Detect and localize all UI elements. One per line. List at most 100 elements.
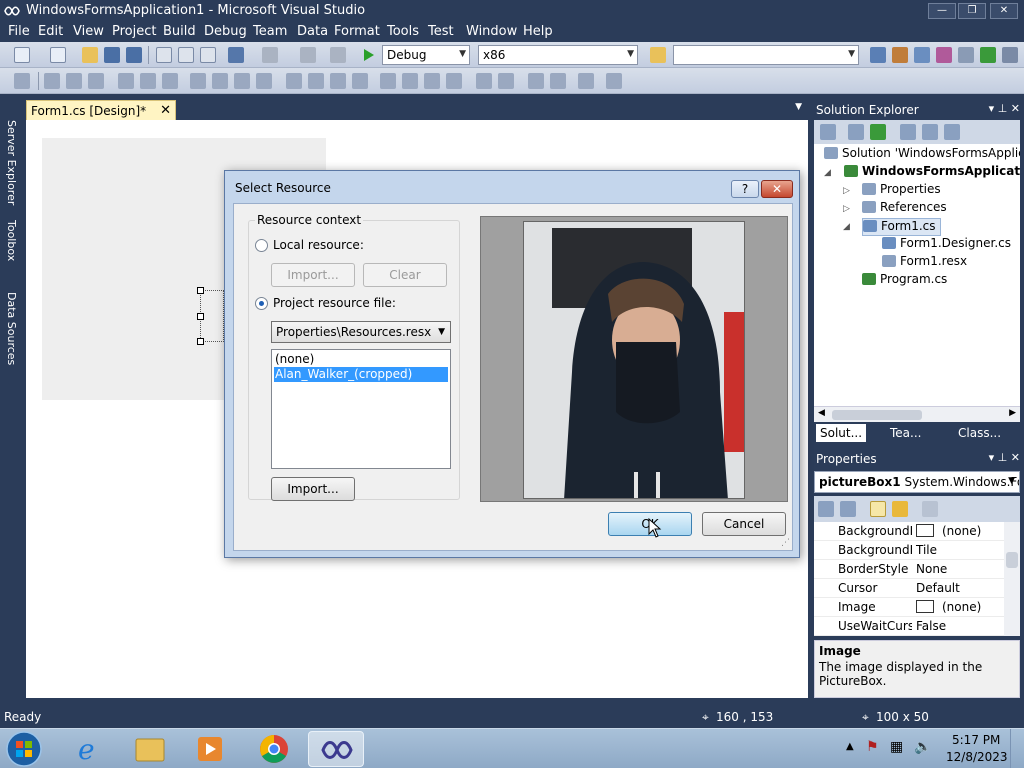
increase-vertical-spacing-icon[interactable]	[402, 73, 418, 89]
align-lefts-icon[interactable]	[44, 73, 60, 89]
send-to-back-icon[interactable]	[550, 73, 566, 89]
bring-to-front-icon[interactable]	[528, 73, 544, 89]
vertical-spacing-icon[interactable]	[380, 73, 396, 89]
network-icon[interactable]: ▦	[890, 739, 903, 755]
center-horizontally-icon[interactable]	[476, 73, 492, 89]
scrollbar-thumb[interactable]	[1006, 552, 1018, 568]
decrease-vertical-spacing-icon[interactable]	[424, 73, 440, 89]
tree-node-program[interactable]: Program.cs	[862, 272, 947, 290]
tree-node-properties[interactable]: Properties	[862, 182, 941, 200]
solution-platform-combo[interactable]: x86 ▼	[478, 45, 638, 65]
resize-handle[interactable]	[197, 338, 204, 345]
align-rights-icon[interactable]	[88, 73, 104, 89]
volume-icon[interactable]: 🔈	[914, 739, 931, 755]
decrease-horizontal-spacing-icon[interactable]	[330, 73, 346, 89]
toolbox-tab[interactable]: Toolbox	[2, 220, 18, 261]
tree-node-solution[interactable]: Solution 'WindowsFormsApplica	[824, 146, 1020, 164]
tab-class-view[interactable]: Class...	[954, 424, 1005, 442]
menu-test[interactable]: Test	[428, 24, 454, 39]
add-item-icon[interactable]	[50, 47, 66, 63]
tree-node-form1[interactable]: Form1.cs	[862, 218, 941, 236]
properties-window-icon[interactable]	[892, 47, 908, 63]
horizontal-scrollbar[interactable]: ◀ ▶	[814, 406, 1020, 422]
menu-window[interactable]: Window	[466, 24, 517, 39]
view-code-icon[interactable]	[900, 124, 916, 140]
project-resource-radio[interactable]	[255, 297, 268, 310]
size-to-grid-icon[interactable]	[256, 73, 272, 89]
start-button-icon[interactable]	[4, 730, 44, 768]
increase-horizontal-spacing-icon[interactable]	[308, 73, 324, 89]
tree-node-form1-resx[interactable]: Form1.resx	[882, 254, 967, 272]
taskbar-file-explorer[interactable]	[122, 731, 178, 767]
server-explorer-tab[interactable]: Server Explorer	[2, 120, 18, 205]
expand-arrow-icon[interactable]: ▷	[843, 186, 850, 196]
alphabetical-icon[interactable]	[840, 501, 856, 517]
resource-file-combo[interactable]: Properties\Resources.resx ▼	[271, 321, 451, 343]
save-icon[interactable]	[104, 47, 120, 63]
property-row[interactable]: UseWaitCursc False	[814, 617, 1004, 636]
object-selector-combo[interactable]: pictureBox1 System.Windows.For ▼	[814, 471, 1020, 493]
open-file-icon[interactable]	[82, 47, 98, 63]
menu-tools[interactable]: Tools	[387, 24, 419, 39]
menu-team[interactable]: Team	[253, 24, 287, 39]
close-window-button[interactable]: ✕	[990, 3, 1018, 19]
list-item[interactable]: Alan_Walker_(cropped)	[274, 367, 448, 382]
close-icon[interactable]: ✕	[160, 103, 171, 118]
minimize-button[interactable]: —	[928, 3, 956, 19]
redo-icon[interactable]	[262, 47, 278, 63]
view-class-diagram-icon[interactable]	[944, 124, 960, 140]
scroll-left-icon[interactable]: ◀	[818, 408, 825, 418]
tab-solution-explorer[interactable]: Solut...	[816, 424, 867, 442]
make-same-size-icon[interactable]	[234, 73, 250, 89]
start-page-icon[interactable]	[980, 47, 996, 63]
clear-button[interactable]: Clear	[363, 263, 447, 287]
import-local-button[interactable]: Import...	[271, 263, 355, 287]
show-desktop-button[interactable]	[1010, 729, 1024, 768]
align-bottoms-icon[interactable]	[162, 73, 178, 89]
navigate-forward-icon[interactable]	[330, 47, 346, 63]
panel-window-buttons[interactable]: ▾ ⊥ ✕	[989, 102, 1020, 115]
refresh-icon[interactable]	[870, 124, 886, 140]
property-row[interactable]: Cursor Default	[814, 579, 1004, 598]
object-browser-icon[interactable]	[914, 47, 930, 63]
align-middles-icon[interactable]	[140, 73, 156, 89]
resize-handle[interactable]	[197, 313, 204, 320]
taskbar-visual-studio[interactable]	[308, 731, 364, 767]
toolbox-icon[interactable]	[936, 47, 952, 63]
tab-team-explorer[interactable]: Tea...	[886, 424, 925, 442]
property-row[interactable]: BackgroundIr (none)	[814, 522, 1004, 541]
vertical-scrollbar[interactable]	[1004, 522, 1020, 636]
taskbar-media-player[interactable]	[182, 731, 238, 767]
import-button[interactable]: Import...	[271, 477, 355, 501]
scrollbar-thumb[interactable]	[832, 410, 922, 420]
collapse-arrow-icon[interactable]: ◢	[824, 168, 831, 178]
tab-order-icon[interactable]	[578, 73, 594, 89]
action-center-icon[interactable]: ⚑	[866, 739, 879, 755]
align-tops-icon[interactable]	[118, 73, 134, 89]
clock-time[interactable]: 5:17 PM	[952, 733, 1000, 747]
taskbar-chrome[interactable]	[246, 731, 302, 767]
view-designer-icon[interactable]	[922, 124, 938, 140]
paste-icon[interactable]	[200, 47, 216, 63]
properties-view-icon[interactable]	[870, 501, 886, 517]
start-debugging-icon[interactable]	[360, 47, 376, 63]
menu-debug[interactable]: Debug	[204, 24, 247, 39]
align-centers-icon[interactable]	[66, 73, 82, 89]
menu-build[interactable]: Build	[163, 24, 196, 39]
resize-grip-icon[interactable]: ⋰	[781, 538, 790, 548]
remove-horizontal-spacing-icon[interactable]	[352, 73, 368, 89]
show-all-files-icon[interactable]	[848, 124, 864, 140]
navigate-backward-icon[interactable]	[300, 47, 316, 63]
property-row[interactable]: BackgroundIr Tile	[814, 541, 1004, 560]
menu-file[interactable]: File	[8, 24, 30, 39]
tab-form1-design[interactable]: Form1.cs [Design]* ✕	[26, 100, 176, 120]
undo-icon[interactable]	[228, 47, 244, 63]
collapse-arrow-icon[interactable]: ◢	[843, 222, 850, 232]
expand-arrow-icon[interactable]: ▷	[843, 204, 850, 214]
categorized-icon[interactable]	[818, 501, 834, 517]
restore-button[interactable]: ❐	[958, 3, 986, 19]
taskbar-internet-explorer[interactable]: e	[62, 731, 118, 767]
tree-node-form1-designer[interactable]: Form1.Designer.cs	[882, 236, 1011, 254]
menu-edit[interactable]: Edit	[38, 24, 63, 39]
solution-configuration-combo[interactable]: Debug ▼	[382, 45, 470, 65]
